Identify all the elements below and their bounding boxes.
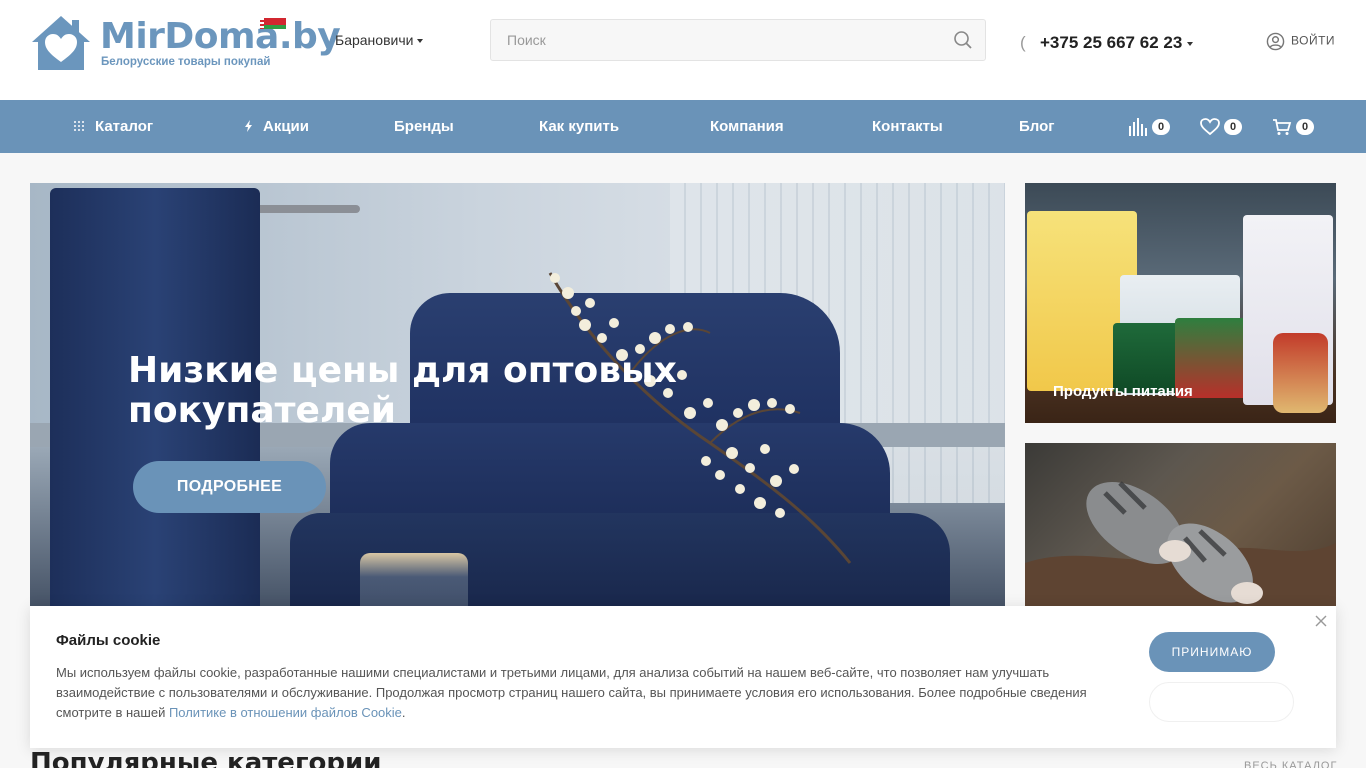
login-label: ВОЙТИ [1291,33,1336,48]
phone-text: +375 25 667 62 23 [1040,33,1183,52]
section-title: Популярные категории [30,748,382,768]
cookie-text-end: . [401,705,406,720]
nav-company[interactable]: Компания [710,100,784,153]
site-header: MirDoma.by Белорусские товары покупай Ба… [0,0,1366,100]
grid-icon [74,120,84,131]
all-catalog-link[interactable]: ВЕСЬ КАТАЛОГ [1244,760,1337,768]
phone-icon: ( [1020,33,1026,52]
cookie-policy-link[interactable]: Политике в отношении файлов Cookie [169,705,402,720]
compare-count: 0 [1152,118,1170,135]
city-selector[interactable]: Барановичи [335,32,424,48]
logo-brand: MirDoma.by [100,16,341,57]
nav-catalog[interactable]: Каталог [73,100,153,153]
cookie-text: Мы используем файлы cookie, разработанны… [56,663,1126,723]
favorites-button[interactable]: 0 [1200,100,1242,153]
nav-catalog-label: Каталог [95,118,154,135]
caret-down-icon [417,39,424,44]
phone-number[interactable]: ( +375 25 667 62 23 [1020,33,1194,53]
nav-blog[interactable]: Блог [1019,100,1055,153]
nav-promotions[interactable]: Акции [244,100,309,153]
category-tile-food[interactable]: Продукты питания [1025,183,1336,423]
search-input[interactable] [491,20,931,60]
category-tile-label: Продукты питания [1053,383,1193,400]
caret-down-icon [1187,41,1194,46]
cart-icon [1273,118,1292,135]
site-logo[interactable]: MirDoma.by Белорусские товары покупай [30,12,341,74]
cart-button[interactable]: 0 [1272,100,1314,153]
cookie-title: Файлы cookie [56,632,161,649]
favorites-count: 0 [1224,118,1242,135]
city-label: Барановичи [335,32,414,48]
search-box [490,19,986,61]
cat-paws-illustration [1025,481,1336,623]
user-circle-icon [1266,32,1285,51]
cookie-accept-button[interactable]: ПРИНИМАЮ [1149,632,1275,672]
lightning-icon [245,119,252,132]
house-heart-icon [32,16,90,70]
banner-title: Низкие цены для оптовых покупателей [128,350,677,431]
login-link[interactable]: ВОЙТИ [1266,32,1335,51]
logo-tagline: Белорусские товары покупай [101,56,271,68]
belarus-flag-icon [260,18,286,29]
product-pack [1273,333,1328,413]
nav-contacts[interactable]: Контакты [872,100,943,153]
nav-how-to-buy[interactable]: Как купить [539,100,619,153]
banner-more-button[interactable]: ПОДРОБНЕЕ [133,461,326,513]
main-nav: Каталог Акции Бренды Как купить Компания… [0,100,1366,153]
compare-bars-icon [1129,117,1147,136]
cart-count: 0 [1296,118,1314,135]
compare-button[interactable]: 0 [1128,100,1170,153]
heart-icon [1200,117,1220,135]
hero-banner[interactable]: Низкие цены для оптовых покупателей ПОДР… [30,183,1005,623]
search-icon[interactable] [953,30,973,50]
category-tile-pets[interactable] [1025,443,1336,623]
close-icon[interactable] [1314,614,1328,628]
cookie-secondary-button[interactable] [1149,682,1294,722]
nav-brands[interactable]: Бренды [394,100,454,153]
cookie-banner: Файлы cookie Мы используем файлы cookie,… [30,606,1336,748]
nav-promotions-label: Акции [263,118,310,135]
